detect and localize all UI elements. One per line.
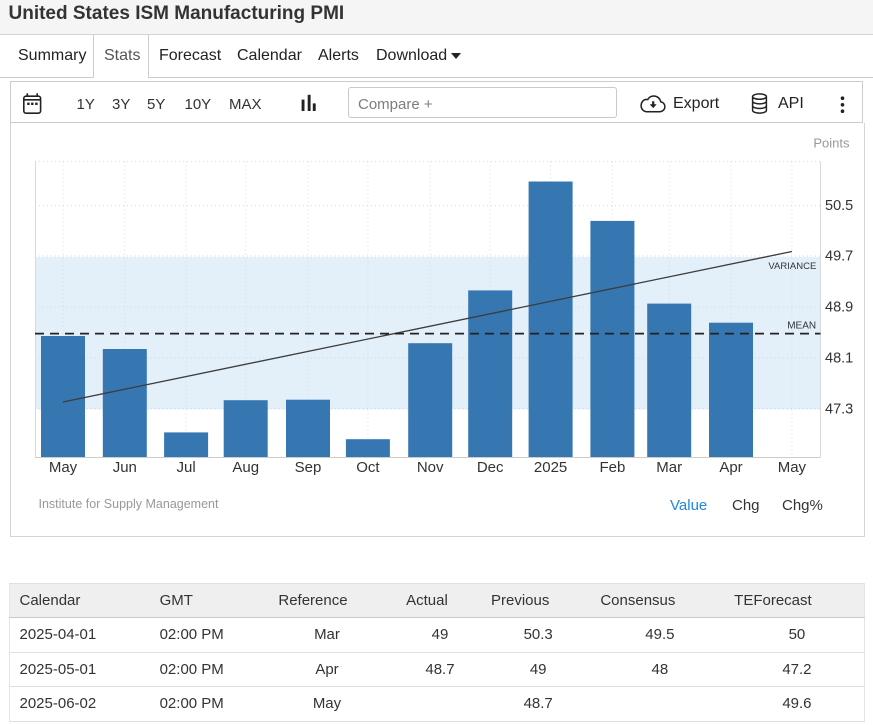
svg-text:VARIANCE: VARIANCE: [768, 261, 816, 272]
svg-text:48.1: 48.1: [825, 351, 853, 367]
svg-text:Dec: Dec: [477, 459, 504, 476]
svg-text:May: May: [778, 459, 807, 476]
svg-text:Points: Points: [813, 136, 850, 151]
svg-text:2025: 2025: [534, 459, 567, 476]
svg-text:May: May: [49, 459, 78, 476]
svg-text:Nov: Nov: [417, 459, 444, 476]
svg-text:Jun: Jun: [113, 459, 137, 476]
svg-text:Feb: Feb: [599, 459, 625, 476]
svg-text:Aug: Aug: [232, 459, 259, 476]
svg-text:Oct: Oct: [356, 459, 380, 476]
svg-text:47.3: 47.3: [825, 402, 853, 418]
svg-text:49.7: 49.7: [825, 249, 853, 265]
svg-text:MEAN: MEAN: [787, 320, 816, 331]
svg-text:Mar: Mar: [656, 459, 682, 476]
svg-text:Jul: Jul: [177, 459, 196, 476]
svg-text:Sep: Sep: [295, 459, 322, 476]
svg-text:48.9: 48.9: [825, 300, 853, 316]
svg-text:Apr: Apr: [719, 459, 742, 476]
svg-text:50.5: 50.5: [825, 198, 853, 214]
